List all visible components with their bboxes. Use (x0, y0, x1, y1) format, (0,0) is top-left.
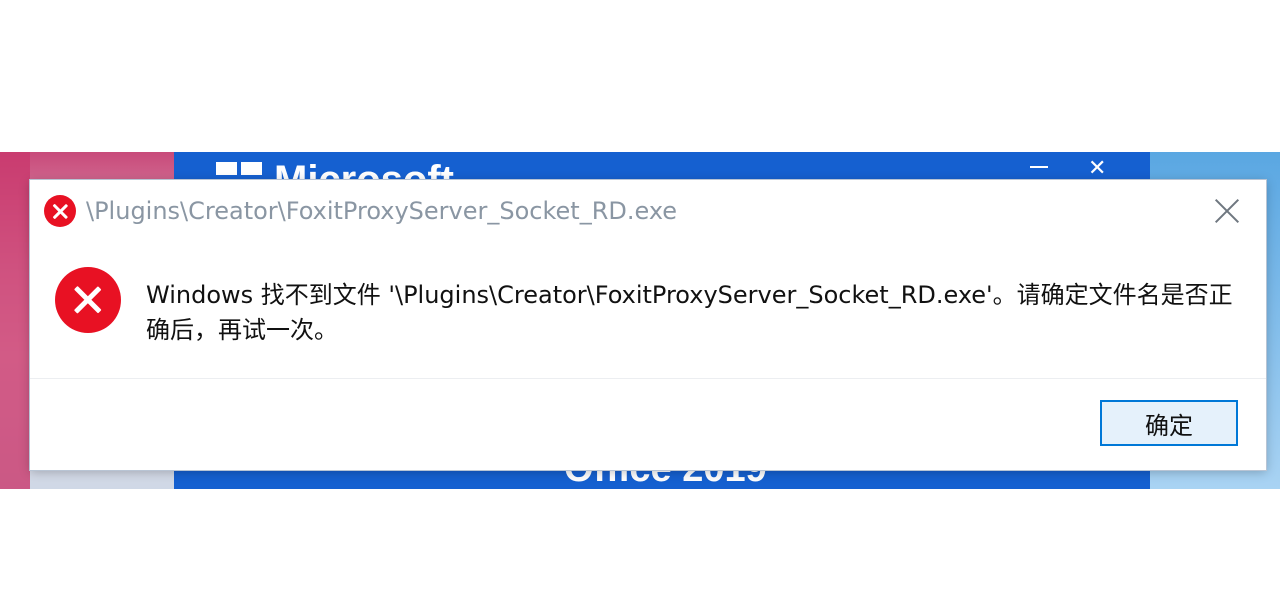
close-button[interactable] (1212, 196, 1242, 226)
minimize-icon[interactable] (1030, 166, 1048, 168)
dialog-titlebar[interactable]: \Plugins\Creator\FoxitProxyServer_Socket… (30, 180, 1266, 240)
ok-button[interactable]: 确定 (1100, 400, 1238, 446)
dialog-title: \Plugins\Creator\FoxitProxyServer_Socket… (86, 197, 678, 225)
message-error-icon (55, 267, 121, 333)
title-error-icon (44, 195, 76, 227)
error-dialog: \Plugins\Creator\FoxitProxyServer_Socket… (30, 180, 1266, 470)
dialog-footer: 确定 (30, 379, 1266, 470)
error-message: Windows 找不到文件 '\Plugins\Creator\FoxitPro… (146, 281, 1233, 344)
background-close-icon[interactable]: ✕ (1088, 156, 1106, 181)
